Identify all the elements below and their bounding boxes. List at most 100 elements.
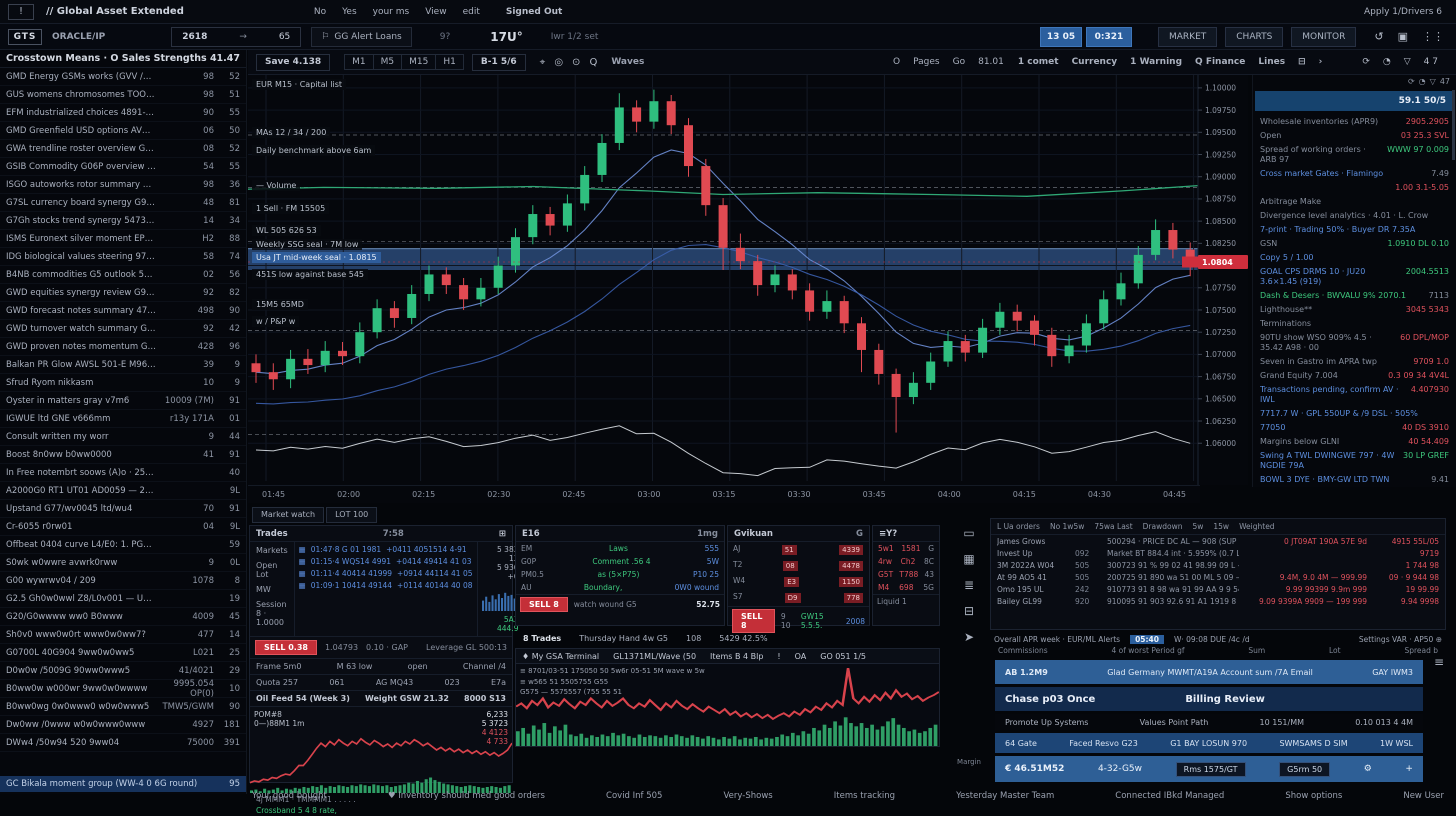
volume-field[interactable]: 0.10 · GAP bbox=[366, 643, 408, 652]
watchlist-row[interactable]: In Free notembrt soows (A)o · 25mm G8m v… bbox=[0, 464, 246, 482]
panel-tab[interactable]: › bbox=[1319, 57, 1323, 67]
feed-row[interactable]: Open 03 25.3 SVL bbox=[1253, 129, 1456, 143]
mini-toolbar-item[interactable]: O bbox=[893, 57, 900, 67]
position-row[interactable]: At 99 AO5 41 505 200725 91 890 wa 51 00 … bbox=[991, 571, 1445, 583]
dom-row[interactable]: PM0.5 as (5×P75) P10 25 bbox=[516, 568, 724, 581]
quote-row[interactable]: M4 698 5G bbox=[873, 581, 939, 594]
watchlist-row[interactable]: G2.5 Gh0w0wwl Z8/L0v001 — U3009 454G4H w… bbox=[0, 590, 246, 608]
chart-tool-icon[interactable]: ⊙ bbox=[572, 57, 580, 68]
sell-button[interactable]: 13 05 bbox=[1040, 27, 1082, 47]
depth-row[interactable]: AJ 51 4339 bbox=[728, 542, 869, 558]
status-item[interactable]: New User bbox=[1403, 791, 1444, 801]
feed-row[interactable]: 7-print · Trading 50% · Buyer DR 7.35A bbox=[1253, 223, 1456, 237]
feed-row[interactable]: Lighthouse** 3045 5343 bbox=[1253, 303, 1456, 317]
strip-icon[interactable]: ➤ bbox=[963, 630, 974, 644]
mid-chart[interactable]: ≡ 8701/03-51 175050 50 5w6r 05-51 5M wav… bbox=[515, 663, 940, 747]
strip-icon[interactable]: ≣ bbox=[963, 578, 974, 592]
feed-row[interactable]: Transactions pending, confirm AV · IWL 4… bbox=[1253, 383, 1456, 407]
depth-row[interactable]: S7 D9 778 bbox=[728, 590, 869, 606]
save-box[interactable]: Save 4.138 bbox=[256, 54, 330, 71]
account-row-1[interactable]: AB 1.2M9 Glad Germany MWMT/A19A Account … bbox=[995, 660, 1423, 684]
watchlist-row[interactable]: ISMS Euronext silver moment EP401 2555 H… bbox=[0, 230, 246, 248]
watchlist-row[interactable]: GWD equities synergy review G906 5992 92… bbox=[0, 284, 246, 302]
toolbar-icon[interactable]: ▣ bbox=[1398, 30, 1408, 43]
waves-label[interactable]: Waves bbox=[611, 57, 644, 67]
position-row[interactable]: 3M 2022A W04 505 300723 91 % 99 02 41 98… bbox=[991, 559, 1445, 571]
inset-field[interactable]: G5rm 50 bbox=[1279, 762, 1330, 777]
watchlist-row[interactable]: Balkan PR Glow AWSL 501-E M96 5202 39 9 bbox=[0, 356, 246, 374]
chart-tool-icon[interactable]: ◎ bbox=[554, 57, 563, 68]
depth-row[interactable]: W4 E3 1150 bbox=[728, 574, 869, 590]
panel-tab[interactable]: 1 Warning bbox=[1130, 57, 1182, 67]
feed-row[interactable]: GOAL CPS DRMS 10 · JU20 3.6×1.45 (919) 2… bbox=[1253, 265, 1456, 289]
timeframe-button[interactable]: M15 bbox=[402, 55, 436, 69]
watchlist-row[interactable]: S0wk w0wwre avwrk0rww 9 0L bbox=[0, 554, 246, 572]
watchlist-row[interactable]: B0ww0w w000wr 9ww0w0wwww 9995.054 OP(0) … bbox=[0, 680, 246, 698]
feed-header[interactable]: 59.1 50/5 bbox=[1255, 91, 1454, 111]
feed-row[interactable]: Swing A TWL DWINGWE 797 · 4W NGDIE 79A 3… bbox=[1253, 449, 1456, 473]
quote-row[interactable]: G5T T788 43 bbox=[873, 568, 939, 581]
panel-icon[interactable]: 4 7 bbox=[1424, 57, 1438, 67]
strategy-item[interactable]: GO 051 1/5 bbox=[820, 652, 866, 661]
watchlist-row[interactable]: A2000G0 RT1 UT01 AD0059 — 2010Q4 9L bbox=[0, 482, 246, 500]
watchlist-row[interactable]: IGWUE ltd GNE v666mm r13y 171A 01 bbox=[0, 410, 246, 428]
watchlist-row[interactable]: GMD Energy GSMs works (GVV /SML) 98 52 bbox=[0, 68, 246, 86]
watchlist-row[interactable]: GWD proven notes momentum G97A 494Z 428 … bbox=[0, 338, 246, 356]
panel-icon[interactable]: ▽ bbox=[1404, 57, 1411, 67]
menu-item[interactable]: edit bbox=[463, 7, 480, 17]
order-line[interactable]: ▦ 01:11·4 40414 41999 +0914 44114 41 05 bbox=[299, 569, 473, 578]
position-row[interactable]: Invest Up 092 Market BT 884.4 int · 5.95… bbox=[991, 547, 1445, 559]
account-row-2[interactable]: Chase p03 Once Billing Review bbox=[995, 687, 1423, 711]
dom-row[interactable]: EM Laws 555 bbox=[516, 542, 724, 555]
timeframe-button[interactable]: M5 bbox=[374, 55, 403, 69]
toolbar-button[interactable]: MONITOR bbox=[1291, 27, 1356, 47]
panel-icon[interactable]: ◔ bbox=[1383, 57, 1391, 67]
logo[interactable]: GTS bbox=[8, 29, 42, 45]
alert-button[interactable]: ⚐ GG Alert Loans bbox=[311, 27, 411, 47]
symbol-selector[interactable]: 2618 → 65 bbox=[171, 27, 301, 47]
watchlist-row[interactable]: GWD forecast notes summary 4722A 459E 49… bbox=[0, 302, 246, 320]
feed-mini-icon[interactable]: ⟳ bbox=[1408, 77, 1415, 89]
watchlist-row[interactable]: GWA trendline roster overview GVAB 5256 … bbox=[0, 140, 246, 158]
hamburger-icon[interactable]: ≡ bbox=[1434, 655, 1444, 669]
feed-row[interactable]: Wholesale inventories (APR9) 2905.2905 bbox=[1253, 115, 1456, 129]
feed-scrollbar[interactable] bbox=[1452, 90, 1455, 160]
chart-tab[interactable]: Market watch bbox=[252, 507, 324, 523]
plus-icon[interactable]: + bbox=[1405, 764, 1413, 774]
watchlist-row[interactable]: G7SL currency board synergy G9A4 5449 48… bbox=[0, 194, 246, 212]
position-row[interactable]: Bailey GL99 920 910095 91 903 92.6 91 A1… bbox=[991, 595, 1445, 607]
toolbar-icon[interactable]: ↺ bbox=[1374, 30, 1383, 43]
watchlist-row[interactable]: Boost 8n0ww b0ww0000 41 91 bbox=[0, 446, 246, 464]
positions-column-header[interactable]: Drawdown bbox=[1143, 522, 1183, 531]
feed-row[interactable]: Terminations bbox=[1253, 317, 1456, 331]
watchlist-row[interactable]: GSIB Commodity G06P overview 946A G516 5… bbox=[0, 158, 246, 176]
strategy-item[interactable]: OA bbox=[795, 652, 807, 661]
strategy-item[interactable]: ♦ My GSA Terminal bbox=[522, 652, 599, 661]
feed-row[interactable]: Copy 5 / 1.00 bbox=[1253, 251, 1456, 265]
status-item[interactable]: ♥ Inventory should med good orders bbox=[388, 791, 545, 801]
quote-row[interactable]: 4rw Ch2 8C bbox=[873, 555, 939, 568]
dom-sell-button[interactable]: SELL 8 bbox=[520, 597, 568, 612]
feed-row[interactable]: Seven in Gastro im APRA twp 9709 1.0 bbox=[1253, 355, 1456, 369]
buy-button[interactable]: 0:321 bbox=[1086, 27, 1132, 47]
feed-row[interactable]: 7717.7 W · GPL 550UP & /9 DSL · 505% bbox=[1253, 407, 1456, 421]
dom-row[interactable]: G0P Comment .56 4 5W bbox=[516, 555, 724, 568]
status-item[interactable]: Very-Shows bbox=[724, 791, 773, 801]
watchlist-row[interactable]: Upstand G77/wv0045 ltd/wu4 70 91 bbox=[0, 500, 246, 518]
status-item[interactable]: Show options bbox=[1285, 791, 1342, 801]
dom-row[interactable]: AU Boundary, 0W0 wound bbox=[516, 581, 724, 594]
price-field[interactable]: 1.04793 bbox=[325, 643, 358, 652]
watchlist-header[interactable]: Crosstown Means · O Sales Strengths 41.4… bbox=[0, 50, 246, 68]
feed-row[interactable]: 1.00 3.1-5.05 bbox=[1253, 181, 1456, 195]
timeframe-button[interactable]: M1 bbox=[345, 55, 374, 69]
panel-tab[interactable]: Q Finance bbox=[1195, 57, 1245, 67]
watchlist-row[interactable]: Cr-6055 r0rw01 04 9L bbox=[0, 518, 246, 536]
watchlist-row[interactable]: B0ww0wg 0w0www0 w0w0www5 TMW5/GWM 90 bbox=[0, 698, 246, 716]
watchlist-row[interactable]: Sfrud Ryom nikkasm 10 9 bbox=[0, 374, 246, 392]
watchlist-row[interactable]: Offbeat 0404 curve L4/E0: 1. PG94 G8kul … bbox=[0, 536, 246, 554]
watchlist-row[interactable]: GUS womens chromosomes TOOL INIL 98 51 bbox=[0, 86, 246, 104]
inset-field[interactable]: Rms 1575/GT bbox=[1176, 762, 1246, 777]
watchlist-row[interactable]: G7Gh stocks trend synergy 5473 B/98 14 3… bbox=[0, 212, 246, 230]
quote-row[interactable]: 5w1 1581 G bbox=[873, 542, 939, 555]
position-row[interactable]: Omo 195 UL 242 910773 91 8 98 wa 91 99 A… bbox=[991, 583, 1445, 595]
